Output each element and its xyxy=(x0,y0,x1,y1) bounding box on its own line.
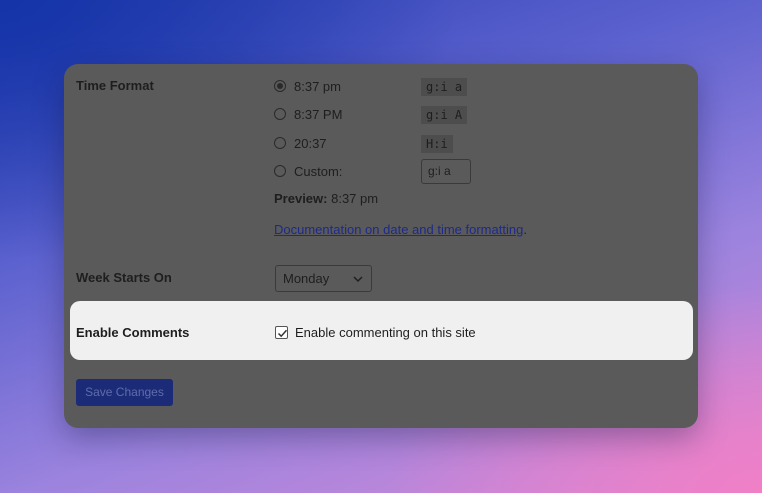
radio-checked-icon[interactable] xyxy=(274,80,286,92)
option-label: 8:37 pm xyxy=(294,78,341,94)
option-label: 20:37 xyxy=(294,135,327,151)
doc-suffix: . xyxy=(523,222,527,237)
week-start-selected: Monday xyxy=(283,271,330,286)
preview-label: Preview: xyxy=(274,191,328,206)
format-code: g:i A xyxy=(421,106,468,124)
enable-comments-checkbox-label: Enable commenting on this site xyxy=(295,325,476,340)
format-code: H:i xyxy=(421,135,453,153)
preview-value: 8:37 pm xyxy=(331,191,379,206)
option-label: Custom: xyxy=(294,163,343,179)
option-label: 8:37 PM xyxy=(294,106,343,122)
custom-format-input[interactable]: g:i a xyxy=(421,159,471,184)
enable-comments-label: Enable Comments xyxy=(76,325,190,340)
settings-panel: Time Format 8:37 pm g:i a 8:37 PM g:i A … xyxy=(64,64,698,428)
format-code: g:i a xyxy=(421,78,468,96)
time-format-option-pm-lower[interactable]: 8:37 pm xyxy=(274,78,341,94)
time-format-option-pm-upper[interactable]: 8:37 PM xyxy=(274,106,342,122)
radio-icon[interactable] xyxy=(274,137,286,149)
save-changes-button[interactable]: Save Changes xyxy=(76,379,173,406)
checkbox-checked-icon[interactable] xyxy=(275,326,288,339)
time-format-label: Time Format xyxy=(76,78,154,93)
chevron-down-icon xyxy=(353,276,363,283)
week-starts-on-label: Week Starts On xyxy=(76,270,172,285)
documentation-link[interactable]: Documentation on date and time formattin… xyxy=(274,222,523,237)
enable-comments-row: Enable Comments Enable commenting on thi… xyxy=(70,301,693,360)
time-format-option-24h[interactable]: 20:37 xyxy=(274,135,327,151)
enable-comments-option[interactable]: Enable commenting on this site xyxy=(275,325,476,340)
week-start-select[interactable]: Monday xyxy=(275,265,372,292)
documentation-line: Documentation on date and time formattin… xyxy=(274,222,527,237)
time-preview: Preview: 8:37 pm xyxy=(274,191,378,206)
radio-icon[interactable] xyxy=(274,165,286,177)
time-format-option-custom[interactable]: Custom: xyxy=(274,163,342,179)
radio-icon[interactable] xyxy=(274,108,286,120)
